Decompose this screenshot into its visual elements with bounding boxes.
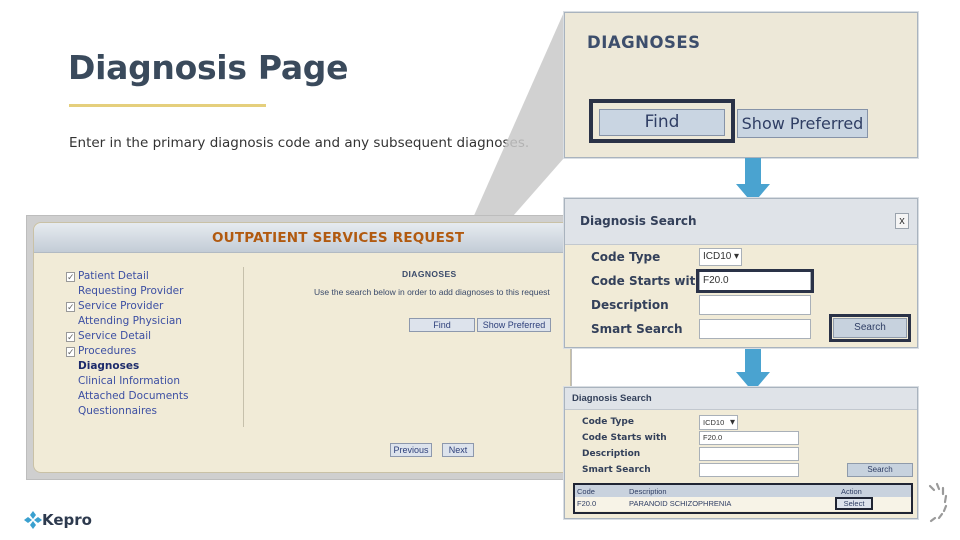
outpatient-request-window: OUTPATIENT SERVICES REQUEST ✓ Patient Det…	[26, 215, 572, 480]
title-underline	[69, 104, 266, 107]
results-description-input[interactable]	[699, 447, 799, 461]
kepro-logo-icon	[24, 511, 42, 529]
zoom-diagnoses-heading: DIAGNOSES	[587, 33, 701, 52]
smart-search-input[interactable]	[699, 319, 811, 339]
find-button[interactable]: Find	[409, 318, 475, 332]
results-highlight-box	[573, 483, 913, 514]
search-highlight-box	[829, 314, 911, 342]
page-title: Diagnosis Page	[68, 48, 349, 87]
results-code-type-value: ICD10	[703, 418, 725, 427]
nav-item-label: Diagnoses	[78, 360, 140, 372]
close-icon[interactable]: x	[895, 213, 909, 229]
diagnoses-heading: DIAGNOSES	[402, 269, 457, 279]
nav-item-label: Service Provider	[78, 300, 164, 312]
speaker-icon[interactable]	[924, 480, 950, 524]
nav-item-label: Questionnaires	[78, 405, 157, 417]
nav-divider	[243, 267, 244, 427]
kepro-logo-text: Kepro	[42, 511, 92, 529]
nav-item-label: Patient Detail	[78, 270, 149, 282]
results-code-starts-label: Code Starts with	[582, 433, 667, 443]
checkbox-icon: ✓	[66, 332, 75, 343]
code-type-value: ICD10	[703, 251, 732, 262]
nav-item-diagnoses[interactable]: Diagnoses	[66, 359, 236, 374]
results-search-button[interactable]: Search	[847, 463, 913, 477]
diagnoses-zoom-panel: DIAGNOSES Find Show Preferred	[564, 12, 918, 158]
nav-item-requesting-provider[interactable]: Requesting Provider	[66, 284, 236, 299]
diagnosis-search-panel: Diagnosis Search x Code Type ICD10 Code …	[564, 198, 918, 348]
nav-item-label: Attached Documents	[78, 390, 189, 402]
zoom-find-button[interactable]: Find	[599, 109, 725, 136]
results-code-starts-input[interactable]: F20.0	[699, 431, 799, 445]
code-type-select[interactable]: ICD10	[699, 248, 742, 266]
previous-button[interactable]: Previous	[390, 443, 432, 457]
page-subtitle: Enter in the primary diagnosis code and …	[69, 135, 530, 151]
search-panel-title: Diagnosis Search	[580, 214, 697, 228]
diagnosis-results-panel: Diagnosis Search Code Type ICD10 Code St…	[564, 387, 918, 519]
checkbox-icon: ✓	[66, 272, 75, 283]
checkbox-icon: ✓	[66, 302, 75, 313]
request-nav: ✓ Patient Detail Requesting Provider ✓ Ser…	[66, 269, 236, 419]
nav-item-service-provider[interactable]: ✓ Service Provider	[66, 299, 236, 314]
nav-item-attending-physician[interactable]: Attending Physician	[66, 314, 236, 329]
results-code-type-select[interactable]: ICD10	[699, 415, 738, 430]
outpatient-title: OUTPATIENT SERVICES REQUEST	[212, 230, 465, 246]
checkbox-icon: ✓	[66, 347, 75, 358]
outpatient-header: OUTPATIENT SERVICES REQUEST	[34, 223, 570, 253]
nav-item-service-detail[interactable]: ✓ Service Detail	[66, 329, 236, 344]
code-starts-label: Code Starts with	[591, 274, 704, 288]
show-preferred-button[interactable]: Show Preferred	[477, 318, 551, 332]
description-label: Description	[591, 298, 669, 312]
results-panel-title: Diagnosis Search	[572, 393, 652, 404]
description-input[interactable]	[699, 295, 811, 315]
nav-item-attached-documents[interactable]: Attached Documents	[66, 389, 236, 404]
code-type-label: Code Type	[591, 250, 661, 264]
nav-item-label: Attending Physician	[78, 315, 182, 327]
slide: Diagnosis Page Enter in the primary diag…	[0, 0, 960, 540]
outpatient-request-body: OUTPATIENT SERVICES REQUEST ✓ Patient Det…	[33, 222, 571, 473]
nav-item-questionnaires[interactable]: Questionnaires	[66, 404, 236, 419]
nav-item-clinical-information[interactable]: Clinical Information	[66, 374, 236, 389]
zoom-show-preferred-button[interactable]: Show Preferred	[737, 109, 868, 138]
results-panel-titlebar: Diagnosis Search	[565, 388, 917, 410]
nav-item-label: Procedures	[78, 345, 137, 357]
results-smart-search-label: Smart Search	[582, 465, 651, 475]
nav-item-patient-detail[interactable]: ✓ Patient Detail	[66, 269, 236, 284]
diagnoses-instruction: Use the search below in order to add dia…	[314, 287, 550, 297]
nav-item-label: Clinical Information	[78, 375, 180, 387]
results-description-label: Description	[582, 449, 641, 459]
next-button[interactable]: Next	[442, 443, 474, 457]
down-arrow-icon	[736, 346, 770, 392]
nav-item-label: Service Detail	[78, 330, 152, 342]
results-smart-search-input[interactable]	[699, 463, 799, 477]
nav-item-procedures[interactable]: ✓ Procedures	[66, 344, 236, 359]
smart-search-label: Smart Search	[591, 322, 683, 336]
results-code-type-label: Code Type	[582, 417, 634, 427]
code-highlight-box	[696, 269, 814, 293]
search-panel-titlebar: Diagnosis Search x	[565, 199, 917, 245]
nav-item-label: Requesting Provider	[78, 285, 184, 297]
